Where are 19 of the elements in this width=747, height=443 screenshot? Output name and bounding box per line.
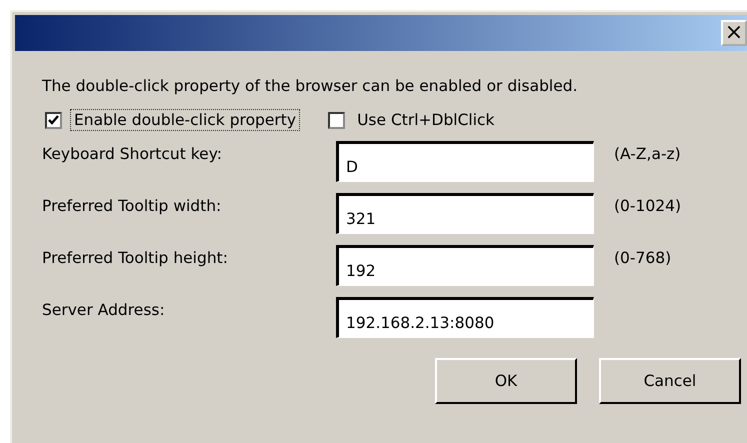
field-label: Preferred Tooltip width: [42, 196, 222, 215]
checkbox[interactable] [328, 112, 346, 128]
range-hint: (0-1024) [614, 196, 682, 215]
description-text: The double-click property of the browser can be enabled or disabled. [42, 77, 579, 95]
range-hint: (A-Z,a-z) [614, 144, 682, 163]
checkbox-label[interactable]: Enable double-click property [70, 109, 300, 131]
checkbox-label[interactable]: Use Ctrl+DblClick [353, 109, 499, 131]
input-field[interactable]: D [336, 141, 594, 182]
field-label: Server Address: [42, 300, 166, 319]
field-label: Keyboard Shortcut key: [42, 144, 223, 163]
close-button[interactable]: × [721, 20, 747, 46]
input-field[interactable]: 192.168.2.13:8080 [336, 297, 594, 338]
checkbox[interactable] [45, 112, 62, 128]
input-field[interactable]: 192 [336, 245, 594, 286]
ok-button[interactable]: OK [435, 358, 577, 404]
input-field[interactable]: 321 [336, 193, 594, 234]
field-label: Preferred Tooltip height: [42, 248, 229, 267]
range-hint: (0-768) [614, 248, 672, 267]
cancel-button[interactable]: Cancel [599, 358, 741, 404]
